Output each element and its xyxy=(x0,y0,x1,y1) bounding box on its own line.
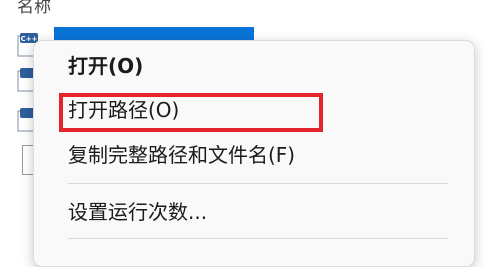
menu-item-copy-full-path[interactable]: 复制完整路径和文件名(F) xyxy=(68,138,295,172)
menu-item-open[interactable]: 打开(O) xyxy=(68,49,143,83)
menu-separator xyxy=(68,183,448,184)
highlight-box xyxy=(59,93,323,132)
column-header-name[interactable]: 名称 xyxy=(17,0,51,17)
input-box-edge[interactable] xyxy=(22,145,33,175)
menu-item-set-run-count[interactable]: 设置运行次数... xyxy=(68,195,207,229)
menu-separator xyxy=(68,238,448,239)
